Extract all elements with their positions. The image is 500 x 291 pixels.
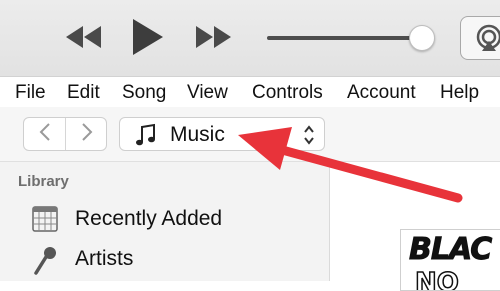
airplay-icon [474, 24, 500, 57]
play-icon[interactable] [130, 17, 166, 57]
playback-toolbar [0, 0, 500, 77]
microphone-icon [32, 246, 58, 275]
menu-song[interactable]: Song [122, 81, 166, 105]
main-content: BLAC NO [330, 162, 500, 291]
history-nav-group [23, 117, 107, 151]
menu-account[interactable]: Account [347, 81, 416, 105]
menu-controls[interactable]: Controls [252, 81, 323, 105]
sidebar-item-label: Recently Added [75, 207, 223, 230]
sidebar-item-recently-added[interactable]: Recently Added [0, 200, 329, 238]
navigation-row: Music [0, 107, 500, 162]
album-artwork[interactable]: BLAC NO [400, 229, 500, 291]
menu-view[interactable]: View [187, 81, 228, 105]
back-button[interactable] [24, 118, 65, 150]
menu-help[interactable]: Help [440, 81, 479, 105]
forward-button[interactable] [66, 118, 107, 150]
fast-forward-icon[interactable] [192, 22, 234, 52]
menu-bar: File Edit Song View Controls Account Hel… [0, 77, 500, 107]
library-sidebar: Library Recently Added Artists [0, 162, 330, 281]
volume-slider-knob[interactable] [409, 25, 435, 51]
airplay-button[interactable] [460, 16, 500, 60]
media-kind-picker[interactable]: Music [119, 117, 325, 151]
library-heading: Library [18, 173, 69, 190]
album-art-text: BLAC [408, 232, 492, 268]
sidebar-item-artists[interactable]: Artists [0, 240, 329, 278]
album-art-text: NO [414, 267, 459, 291]
calendar-grid-icon [32, 206, 58, 232]
chevron-right-icon [80, 122, 94, 147]
sidebar-item-label: Artists [75, 247, 134, 270]
music-note-icon [135, 123, 157, 152]
media-kind-label: Music [170, 123, 225, 146]
menu-file[interactable]: File [15, 81, 46, 105]
menu-edit[interactable]: Edit [67, 81, 100, 105]
rewind-icon[interactable] [63, 22, 105, 52]
up-down-chevron-icon [303, 124, 315, 151]
volume-slider-track[interactable] [267, 36, 421, 40]
chevron-left-icon [38, 122, 52, 147]
